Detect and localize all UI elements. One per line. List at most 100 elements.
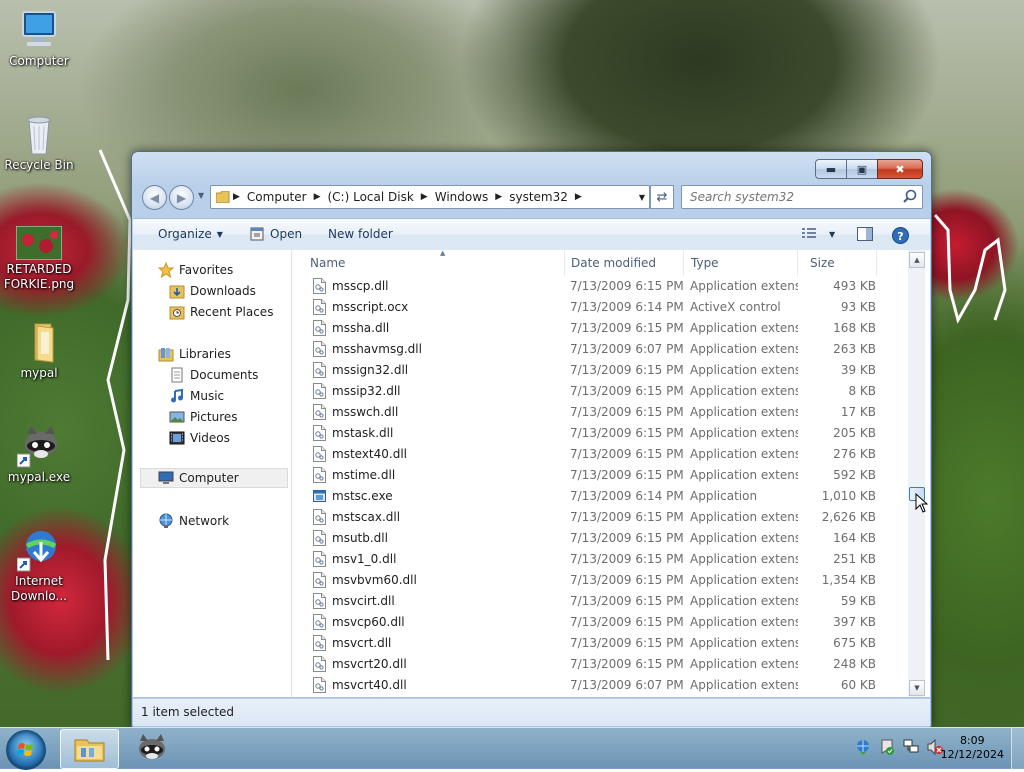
breadcrumb-system32[interactable]: system32 (505, 190, 572, 204)
file-row[interactable]: msutb.dll 7/13/2009 6:15 PM Application ex… (302, 528, 877, 549)
file-type: Application extens... (690, 636, 798, 650)
breadcrumb-separator-icon[interactable]: ▶ (492, 192, 505, 202)
action-center-icon[interactable] (878, 738, 896, 756)
change-view-button[interactable]: ▼ (801, 227, 835, 242)
preview-pane-button[interactable] (857, 227, 873, 244)
nav-videos[interactable]: Videos (169, 428, 230, 448)
file-date-modified: 7/13/2009 6:15 PM (570, 657, 684, 671)
file-row[interactable]: msswch.dll 7/13/2009 6:15 PM Application e… (302, 402, 877, 423)
search-input[interactable] (688, 188, 897, 206)
file-row[interactable]: msvcrt20.dll 7/13/2009 6:15 PM Application… (302, 654, 877, 675)
nav-documents[interactable]: Documents (169, 365, 258, 385)
nav-recent-places[interactable]: Recent Places (169, 302, 273, 322)
file-row[interactable]: mstext40.dll 7/13/2009 6:15 PM Application… (302, 444, 877, 465)
file-type: Application extens... (690, 657, 798, 671)
file-row[interactable]: msvcrt40.dll 7/13/2009 6:07 PM Application… (302, 675, 877, 696)
file-row[interactable]: mstime.dll 7/13/2009 6:15 PM Application e… (302, 465, 877, 486)
file-size: 1,010 KB (821, 489, 876, 503)
file-type: Application extens... (690, 405, 798, 419)
desktop-icon-computer[interactable]: Computer (1, 8, 77, 69)
breadcrumb-windows[interactable]: Windows (431, 190, 493, 204)
vertical-scrollbar[interactable]: ▲ ▼ (908, 250, 925, 697)
nav-pictures[interactable]: Pictures (169, 407, 238, 427)
desktop-icon-internet-download-manager[interactable]: Internet Downlo... (1, 528, 77, 604)
file-row[interactable]: mstask.dll 7/13/2009 6:15 PM Application e… (302, 423, 877, 444)
network-connection-icon[interactable] (902, 738, 920, 756)
file-row[interactable]: mssip32.dll 7/13/2009 6:15 PM Application … (302, 381, 877, 402)
file-row[interactable]: mssha.dll 7/13/2009 6:15 PM Application ex… (302, 318, 877, 339)
dll-file-icon (313, 446, 326, 462)
network-tray-icon[interactable] (854, 738, 872, 756)
file-type: ActiveX control (690, 300, 781, 314)
file-name: mssip32.dll (332, 384, 401, 398)
file-name: msvcrt20.dll (332, 657, 407, 671)
file-row[interactable]: msscp.dll 7/13/2009 6:15 PM Application ex… (302, 276, 877, 297)
forward-arrow-icon: ▶ (176, 190, 187, 205)
nav-computer[interactable]: Computer (140, 468, 288, 488)
file-type: Application extens... (690, 384, 798, 398)
nav-label: Pictures (190, 410, 238, 424)
open-button[interactable]: Open (250, 227, 302, 241)
address-bar[interactable]: ▶ Computer ▶ (C:) Local Disk ▶ Windows ▶… (210, 185, 650, 209)
breadcrumb-local-disk[interactable]: (C:) Local Disk (324, 190, 418, 204)
file-row[interactable]: msvcrt.dll 7/13/2009 6:15 PM Application e… (302, 633, 877, 654)
back-arrow-icon: ◀ (149, 190, 160, 205)
file-row[interactable]: mssign32.dll 7/13/2009 6:15 PM Application… (302, 360, 877, 381)
file-row[interactable]: msvcp60.dll 7/13/2009 6:15 PM Application … (302, 612, 877, 633)
taskbar-clock[interactable]: 8:09 12/12/2024 (941, 734, 1004, 762)
maximize-button[interactable]: ▣ (846, 159, 878, 179)
breadcrumb-separator-icon[interactable]: ▶ (418, 192, 431, 202)
scroll-down-button[interactable]: ▼ (909, 680, 925, 696)
file-size: 164 KB (833, 531, 876, 545)
file-row[interactable]: msshavmsg.dll 7/13/2009 6:07 PM Applicatio… (302, 339, 877, 360)
search-box[interactable] (681, 185, 923, 209)
column-header-date-modified[interactable]: Date modified (561, 250, 684, 276)
nav-music[interactable]: Music (169, 386, 224, 406)
breadcrumb-separator-icon[interactable]: ▶ (311, 192, 324, 202)
file-row[interactable]: msv1_0.dll 7/13/2009 6:15 PM Application e… (302, 549, 877, 570)
file-row[interactable]: mstscax.dll 7/13/2009 6:15 PM Application … (302, 507, 877, 528)
forward-button[interactable]: ▶ (169, 185, 194, 210)
explorer-window[interactable]: ▬ ▣ ✖ ◀ ▶ ▼ ▶ Computer ▶ (C:) Local Disk… (131, 151, 932, 728)
desktop-icon-mypal-folder[interactable]: mypal (1, 320, 77, 381)
nav-downloads[interactable]: Downloads (169, 281, 256, 301)
column-header-type[interactable]: Type (681, 250, 798, 276)
desktop-icon-retarded-forkie[interactable]: RETARDED FORKIE.png (1, 225, 77, 292)
file-date-modified: 7/13/2009 6:15 PM (570, 468, 684, 482)
taskbar-explorer-button[interactable] (60, 729, 119, 769)
new-folder-button[interactable]: New folder (328, 227, 393, 241)
nav-libraries[interactable]: Libraries (158, 344, 231, 364)
back-button[interactable]: ◀ (142, 185, 167, 210)
close-button[interactable]: ✖ (877, 159, 923, 179)
column-header-size[interactable]: Size (800, 250, 877, 276)
show-desktop-button[interactable] (1011, 728, 1024, 769)
address-dropdown-icon[interactable]: ▼ (639, 193, 645, 202)
recent-pages-dropdown-icon[interactable]: ▼ (198, 191, 204, 200)
scroll-up-button[interactable]: ▲ (909, 252, 925, 268)
search-icon[interactable] (903, 189, 917, 206)
minimize-button[interactable]: ▬ (815, 159, 847, 179)
breadcrumb-separator-icon[interactable]: ▶ (572, 192, 585, 202)
help-button[interactable]: ? (892, 227, 909, 247)
taskbar-mypal-button[interactable] (130, 729, 174, 767)
file-type: Application extens... (690, 426, 798, 440)
start-button[interactable] (6, 730, 46, 770)
desktop-icon-mypal-exe[interactable]: mypal.exe (1, 424, 77, 485)
refresh-button[interactable]: ⇄ (650, 185, 674, 209)
dll-file-icon (313, 467, 326, 483)
dll-file-icon (313, 677, 326, 693)
desktop-icon-recycle-bin[interactable]: Recycle Bin (1, 112, 77, 173)
nav-favorites[interactable]: Favorites (157, 260, 233, 280)
organize-button[interactable]: Organize ▼ (158, 227, 223, 241)
music-icon (169, 388, 185, 404)
application-file-icon (313, 488, 326, 504)
file-row[interactable]: mstsc.exe 7/13/2009 6:14 PM Application 1,0… (302, 486, 877, 507)
file-row[interactable]: msvbvm60.dll 7/13/2009 6:15 PM Application… (302, 570, 877, 591)
breadcrumb-separator-icon[interactable]: ▶ (230, 192, 243, 202)
file-row[interactable]: msscript.ocx 7/13/2009 6:14 PM ActiveX con… (302, 297, 877, 318)
column-header-name[interactable]: Name ▲ (300, 249, 565, 276)
file-row[interactable]: msvcirt.dll 7/13/2009 6:15 PM Application … (302, 591, 877, 612)
nav-network[interactable]: Network (158, 511, 229, 531)
breadcrumb-computer[interactable]: Computer (243, 190, 311, 204)
recent-places-icon (169, 304, 185, 320)
